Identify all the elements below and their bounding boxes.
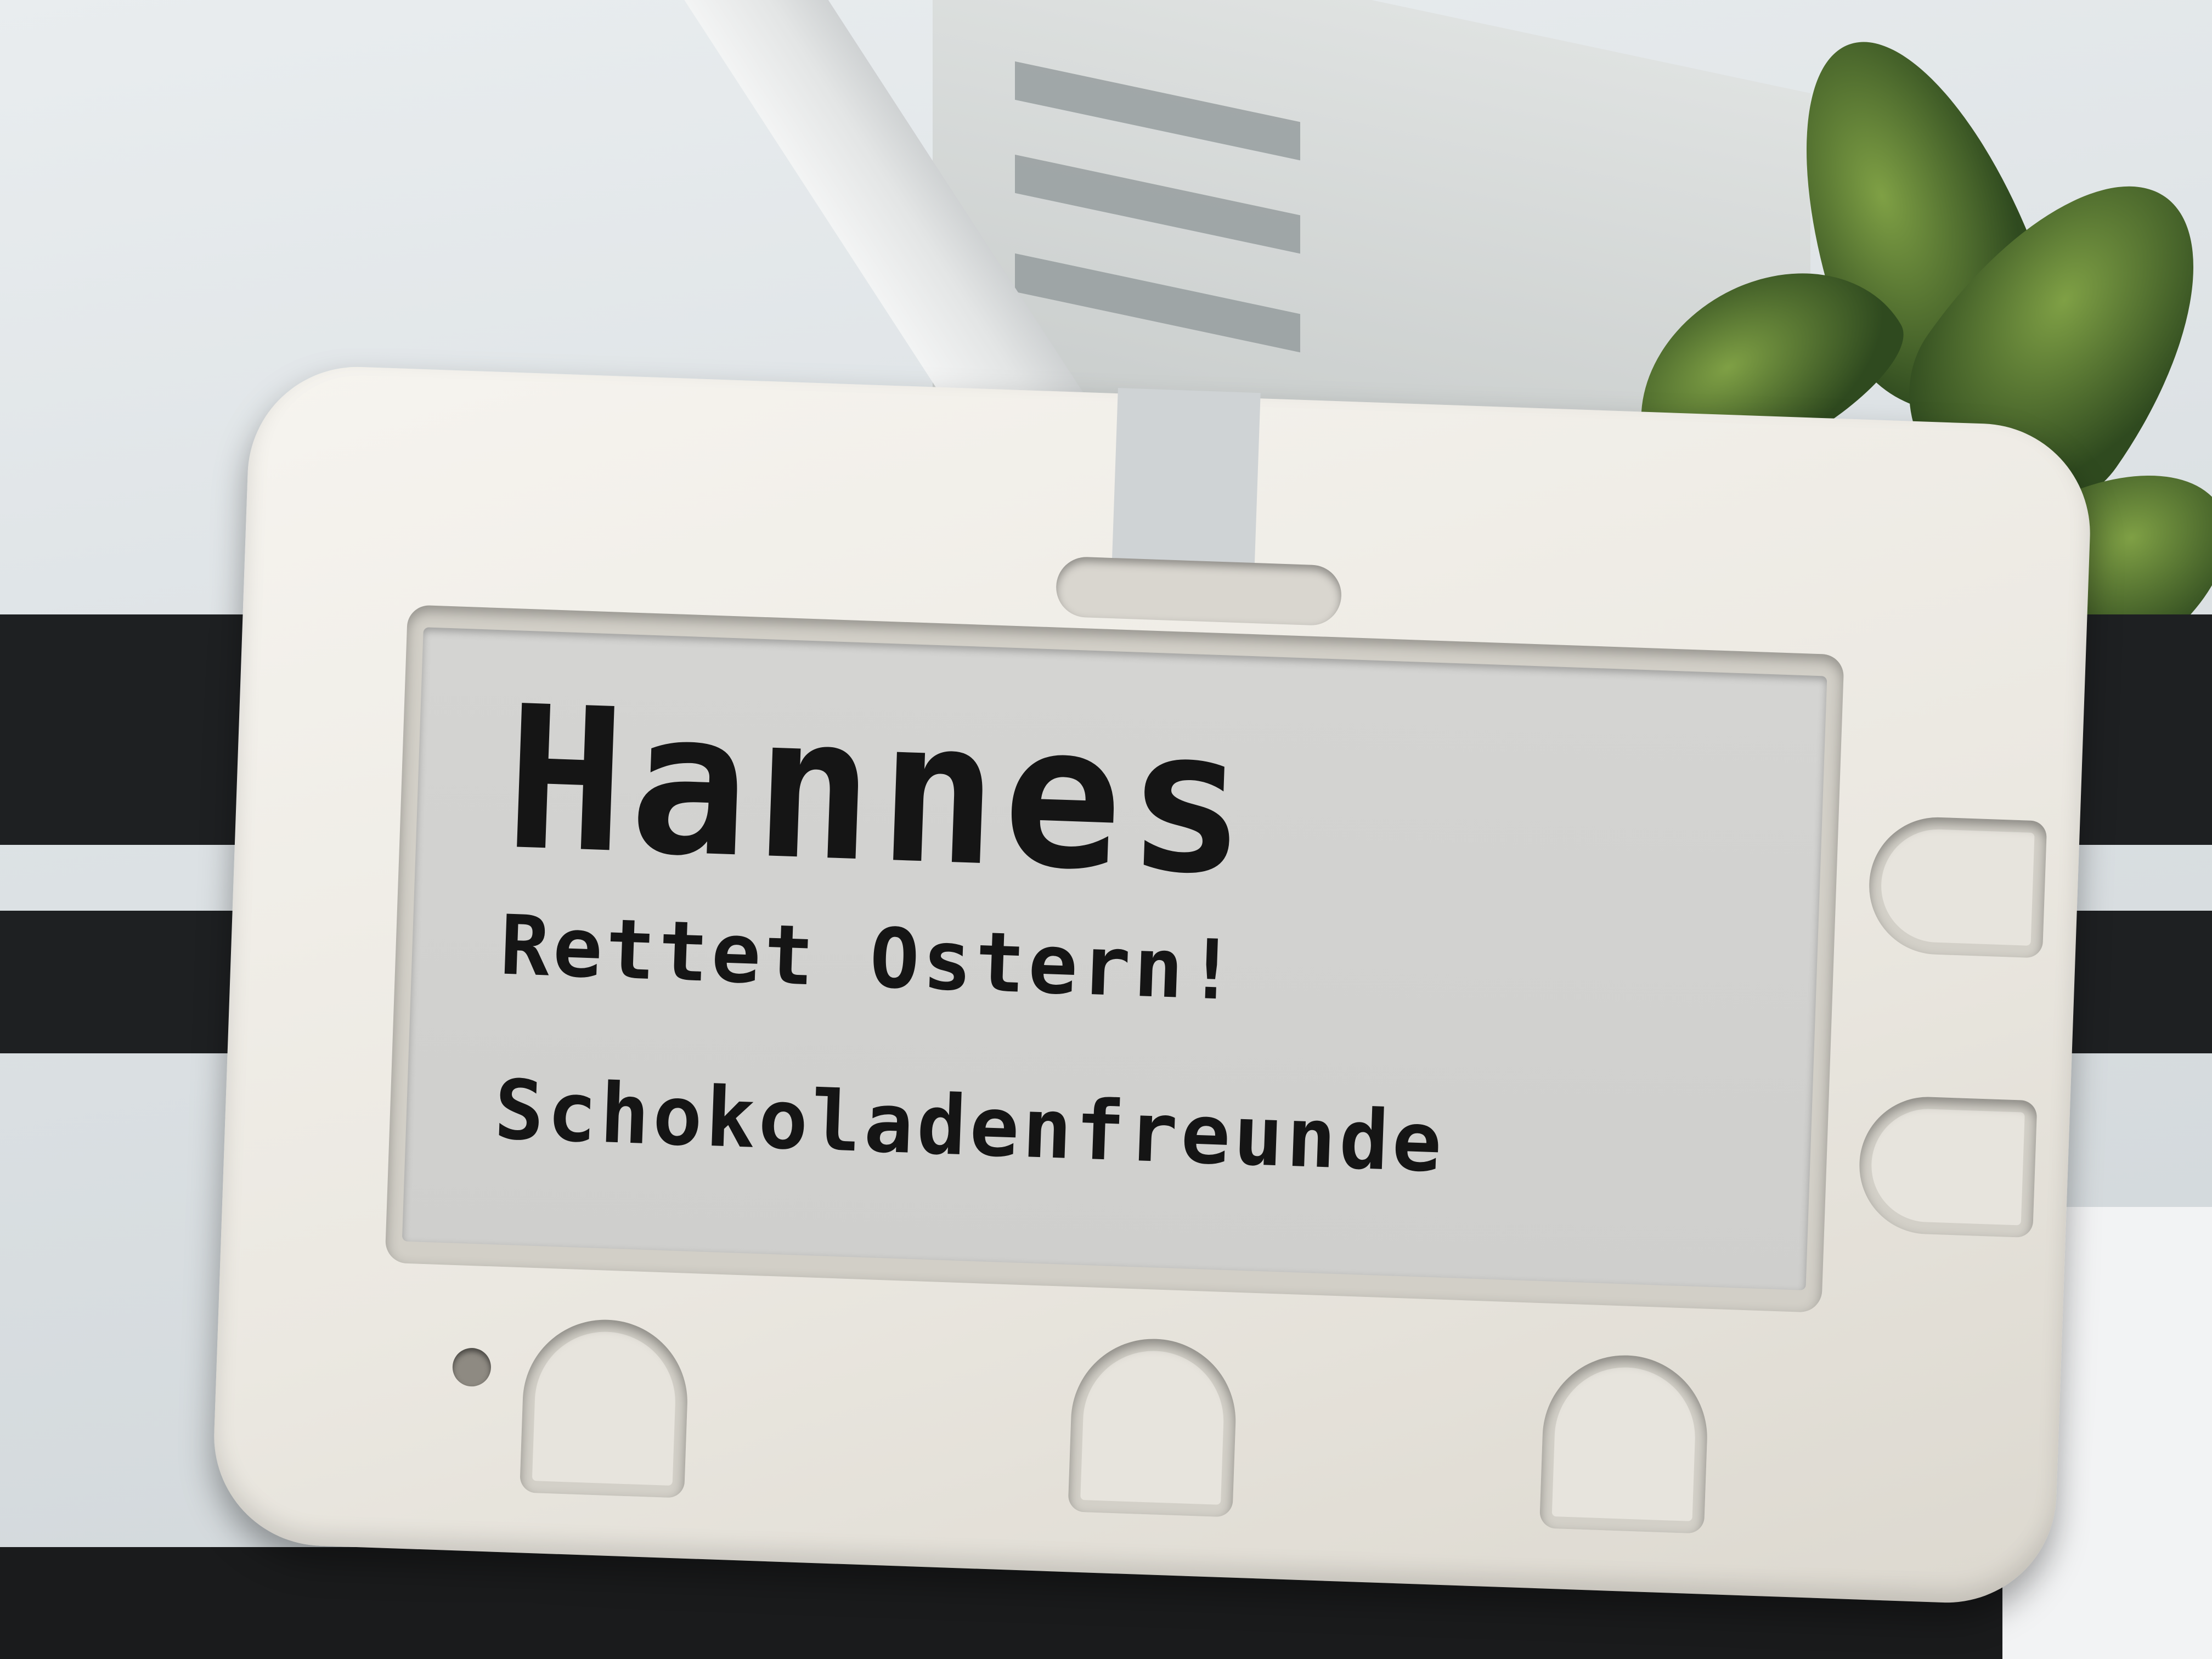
building-window — [1015, 154, 1300, 254]
case-notch — [1111, 388, 1261, 574]
side-button-top[interactable] — [1866, 815, 2047, 958]
lanyard-slot — [1055, 556, 1342, 627]
bottom-button-right[interactable] — [1539, 1352, 1710, 1534]
building-window — [1015, 61, 1300, 161]
building-window — [1015, 253, 1300, 353]
badge-name: Hannes — [502, 663, 1256, 919]
badge-case: Hannes Rettet Ostern! Schokoladenfreunde — [210, 363, 2094, 1606]
badge-line-1: Rettet Ostern! — [498, 898, 1242, 1019]
screw-hole — [452, 1347, 492, 1387]
bottom-button-center[interactable] — [1068, 1336, 1239, 1517]
side-button-bottom[interactable] — [1857, 1094, 2038, 1238]
bottom-button-left[interactable] — [520, 1317, 690, 1498]
badge-line-2: Schokoladenfreunde — [493, 1062, 1447, 1191]
eink-screen: Hannes Rettet Ostern! Schokoladenfreunde — [402, 627, 1827, 1290]
